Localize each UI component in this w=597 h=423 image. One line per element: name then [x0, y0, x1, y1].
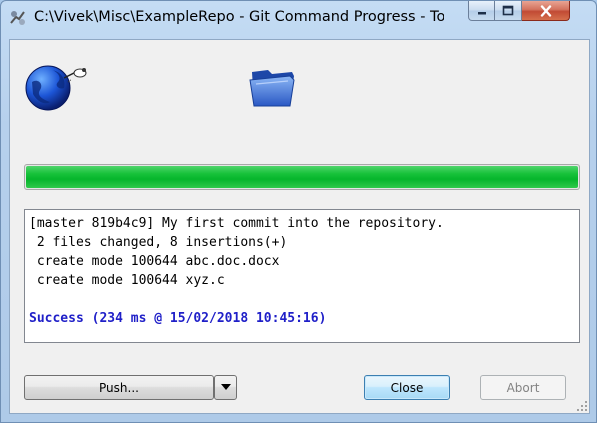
success-message: Success (234 ms @ 15/02/2018 10:45:16) — [29, 311, 327, 326]
globe-icon — [24, 60, 94, 112]
abort-button[interactable]: Abort — [480, 375, 566, 400]
title-bar[interactable]: C:\Vivek\Misc\ExampleRepo - Git Command … — [1, 1, 596, 33]
progress-fill — [26, 166, 578, 188]
push-dropdown-button[interactable] — [214, 375, 237, 400]
output-line: 2 files changed, 8 insertions(+) — [29, 235, 288, 250]
progress-dialog: C:\Vivek\Misc\ExampleRepo - Git Command … — [0, 0, 597, 423]
dialog-client-area: [master 819b4c9] My first commit into th… — [9, 39, 590, 414]
output-line: create mode 100644 abc.doc.docx — [29, 254, 280, 269]
maximize-button[interactable] — [495, 1, 522, 21]
close-window-button[interactable] — [522, 1, 570, 21]
progress-bar — [24, 164, 580, 190]
abort-button-label: Abort — [506, 380, 540, 395]
maximize-icon — [502, 5, 514, 16]
chevron-down-icon — [220, 384, 231, 390]
close-icon — [540, 4, 551, 17]
minimize-icon — [477, 11, 486, 14]
resize-grip[interactable] — [576, 400, 588, 412]
close-button[interactable]: Close — [364, 375, 450, 400]
window-title: C:\Vivek\Misc\ExampleRepo - Git Command … — [34, 9, 444, 25]
push-button[interactable]: Push... — [24, 375, 214, 400]
close-button-label: Close — [390, 380, 424, 395]
tortoisegit-icon[interactable] — [9, 9, 27, 27]
minimize-button[interactable] — [468, 1, 495, 21]
output-log[interactable]: [master 819b4c9] My first commit into th… — [24, 209, 580, 343]
folder-icon — [246, 60, 302, 112]
push-button-label: Push... — [99, 380, 139, 395]
output-line: create mode 100644 xyz.c — [29, 273, 225, 288]
output-line: [master 819b4c9] My first commit into th… — [29, 216, 444, 231]
